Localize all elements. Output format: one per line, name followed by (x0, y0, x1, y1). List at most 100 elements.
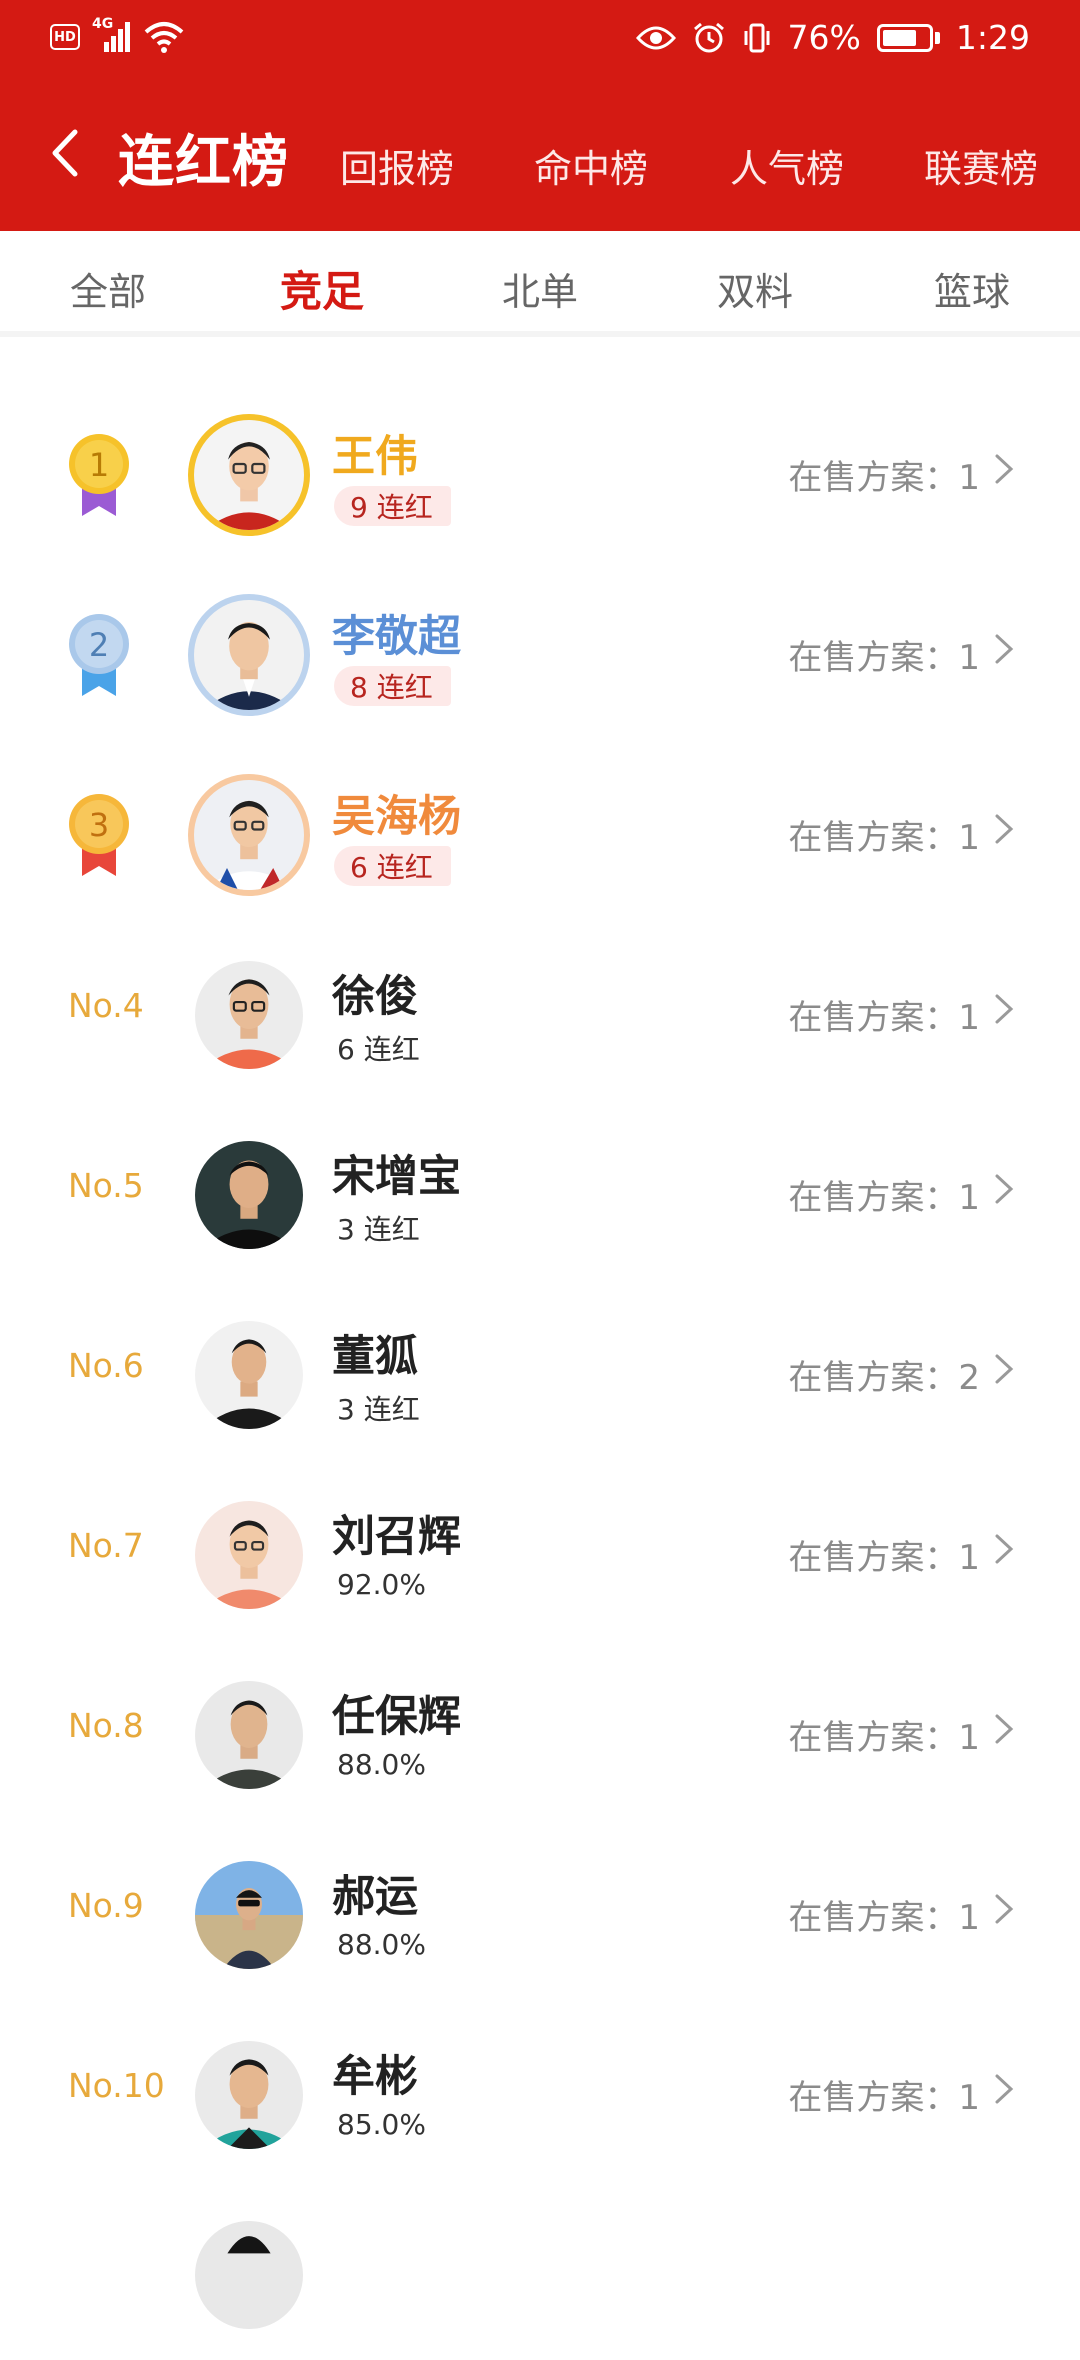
rank-number: No.5 (68, 1166, 144, 1205)
streak-text: 3 连红 (337, 1213, 420, 1246)
avatar[interactable] (195, 1141, 303, 1249)
tab-hit-ranking[interactable]: 命中榜 (534, 138, 648, 193)
status-bar: HD 4G 76% 1:29 (0, 0, 1080, 80)
wifi-icon (144, 22, 184, 53)
chevron-right-icon[interactable] (992, 1352, 1016, 1386)
ranking-list: 1 王伟 9 连红 在售方案：1 2 李敬超 8 连红 在售方案：1 3 吴海杨… (0, 380, 1080, 2360)
expert-name[interactable]: 郝运 (332, 1862, 418, 1924)
expert-name[interactable]: 宋增宝 (332, 1142, 461, 1204)
avatar[interactable] (195, 1501, 303, 1609)
avatar[interactable] (195, 1321, 303, 1429)
title-bar: 连红榜 回报榜 命中榜 人气榜 联赛榜 (0, 95, 1080, 215)
streak-badge: 9 连红 (334, 486, 451, 526)
subtab-jingzu[interactable]: 竞足 (280, 258, 364, 319)
app-header: HD 4G 76% 1:29 连红榜 回报榜 命中榜 人气榜 联赛榜 (0, 0, 1080, 231)
hit-rate: 85.0% (337, 2108, 426, 2141)
rank-number: No.7 (68, 1526, 144, 1565)
medal-rank-label: 1 (89, 446, 109, 484)
chevron-right-icon[interactable] (992, 1712, 1016, 1746)
onsale-count[interactable]: 在售方案：1 (788, 990, 980, 1039)
medal-rank-label: 2 (89, 626, 109, 664)
battery-icon (876, 23, 940, 52)
list-item[interactable]: 2 李敬超 8 连红 在售方案：1 (0, 560, 1080, 740)
chevron-right-icon[interactable] (992, 1172, 1016, 1206)
onsale-count[interactable]: 在售方案：1 (788, 810, 980, 859)
rank-number: No.8 (68, 1706, 144, 1745)
onsale-count[interactable]: 在售方案：2 (788, 1350, 980, 1399)
expert-name[interactable]: 董狐 (332, 1322, 418, 1384)
page-title: 连红榜 (118, 130, 289, 195)
rank-number: No.6 (68, 1346, 144, 1385)
subtab-basketball[interactable]: 篮球 (934, 261, 1010, 316)
avatar[interactable] (195, 1861, 303, 1969)
list-item[interactable]: No.5 宋增宝 3 连红 在售方案：1 (0, 1100, 1080, 1280)
rank-number: No.9 (68, 1886, 144, 1925)
expert-name[interactable]: 徐俊 (332, 962, 418, 1024)
tab-return-ranking[interactable]: 回报榜 (340, 138, 454, 193)
back-button[interactable] (40, 123, 90, 183)
clock: 1:29 (955, 18, 1030, 57)
onsale-count[interactable]: 在售方案：1 (788, 2070, 980, 2119)
bronze-medal-icon: 3 (69, 794, 129, 876)
hd-icon: HD (50, 24, 80, 50)
list-item[interactable]: No.10 牟彬 85.0% 在售方案：1 (0, 2000, 1080, 2180)
tab-league-ranking[interactable]: 联赛榜 (924, 138, 1038, 193)
list-item[interactable]: No.7 刘召辉 92.0% 在售方案：1 (0, 1460, 1080, 1640)
silver-medal-icon: 2 (69, 614, 129, 696)
chevron-right-icon[interactable] (992, 452, 1016, 486)
expert-name[interactable]: 吴海杨 (332, 782, 461, 844)
expert-name[interactable]: 任保辉 (332, 1682, 461, 1744)
medal-rank-label: 3 (89, 806, 109, 844)
tab-popularity-ranking[interactable]: 人气榜 (730, 138, 844, 193)
expert-name[interactable]: 李敬超 (332, 602, 461, 664)
onsale-count[interactable]: 在售方案：1 (788, 1890, 980, 1939)
avatar[interactable] (195, 2221, 303, 2329)
list-item[interactable]: No.4 徐俊 6 连红 在售方案：1 (0, 920, 1080, 1100)
expert-name[interactable]: 王伟 (332, 422, 418, 484)
rank-number: No.4 (68, 986, 144, 1025)
chevron-right-icon[interactable] (992, 992, 1016, 1026)
vibrate-icon (744, 23, 770, 52)
avatar[interactable] (188, 414, 310, 536)
chevron-right-icon[interactable] (992, 1532, 1016, 1566)
expert-name[interactable]: 刘召辉 (332, 1502, 461, 1564)
subtab-shuangliao[interactable]: 双料 (717, 261, 793, 316)
rank-number: No.10 (68, 2066, 165, 2105)
gold-medal-icon: 1 (69, 434, 129, 516)
subtab-beidan[interactable]: 北单 (502, 261, 578, 316)
alarm-icon (693, 22, 724, 52)
streak-badge: 8 连红 (334, 666, 451, 706)
sport-filter-tabs: 全部 竞足 北单 双料 篮球 (0, 231, 1080, 337)
onsale-count[interactable]: 在售方案：1 (788, 630, 980, 679)
expert-name[interactable]: 牟彬 (332, 2042, 418, 2104)
streak-text: 3 连红 (337, 1393, 420, 1426)
avatar[interactable] (195, 1681, 303, 1789)
avatar[interactable] (195, 961, 303, 1069)
hit-rate: 92.0% (337, 1568, 426, 1601)
streak-badge: 6 连红 (334, 846, 451, 886)
list-item[interactable]: No.9 郝运 88.0% 在售方案：1 (0, 1820, 1080, 2000)
list-item[interactable]: No.8 任保辉 88.0% 在售方案：1 (0, 1640, 1080, 1820)
list-item[interactable] (0, 2180, 1080, 2360)
onsale-count[interactable]: 在售方案：1 (788, 1710, 980, 1759)
list-item[interactable]: 3 吴海杨 6 连红 在售方案：1 (0, 740, 1080, 920)
chevron-right-icon[interactable] (992, 632, 1016, 666)
battery-percent: 76% (787, 18, 861, 57)
avatar[interactable] (188, 594, 310, 716)
signal-icon: 4G (92, 16, 132, 54)
list-item[interactable]: 1 王伟 9 连红 在售方案：1 (0, 380, 1080, 560)
eye-icon (635, 26, 676, 49)
onsale-count[interactable]: 在售方案：1 (788, 1170, 980, 1219)
chevron-right-icon[interactable] (992, 812, 1016, 846)
onsale-count[interactable]: 在售方案：1 (788, 1530, 980, 1579)
chevron-right-icon[interactable] (992, 2072, 1016, 2106)
hit-rate: 88.0% (337, 1748, 426, 1781)
avatar[interactable] (195, 2041, 303, 2149)
chevron-left-icon (52, 129, 78, 177)
subtab-all[interactable]: 全部 (70, 261, 146, 316)
avatar[interactable] (188, 774, 310, 896)
chevron-right-icon[interactable] (992, 1892, 1016, 1926)
streak-text: 6 连红 (337, 1033, 420, 1066)
list-item[interactable]: No.6 董狐 3 连红 在售方案：2 (0, 1280, 1080, 1460)
onsale-count[interactable]: 在售方案：1 (788, 450, 980, 499)
